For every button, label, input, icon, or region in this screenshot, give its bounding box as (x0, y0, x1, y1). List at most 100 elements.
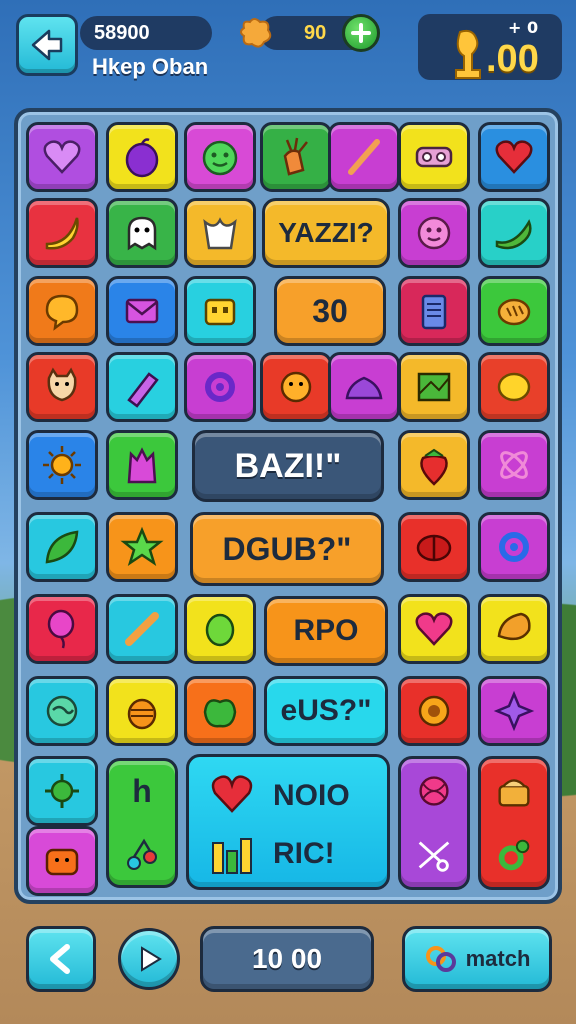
tile-robot[interactable] (184, 276, 256, 346)
tile-lemon[interactable] (478, 352, 550, 422)
tile-leaf[interactable] (26, 512, 98, 582)
sunflower-icon (418, 695, 450, 727)
tile-heart-purple[interactable] (26, 122, 98, 192)
tile-sunflower[interactable] (398, 676, 470, 746)
tile-bear[interactable] (26, 826, 98, 896)
banner-eus[interactable]: eUS?" (264, 676, 388, 746)
apple-icon (203, 699, 237, 728)
play-icon (141, 946, 162, 972)
puzzle-icon (493, 690, 535, 732)
tile-pink-face[interactable] (398, 198, 470, 268)
tile-cookie[interactable] (478, 594, 550, 664)
tile-bubble[interactable] (26, 276, 98, 346)
tile-acorn[interactable] (106, 676, 178, 746)
tile-banana[interactable] (26, 198, 98, 268)
tile-wand[interactable] (328, 122, 400, 192)
tile-yarn-column[interactable] (398, 756, 470, 890)
banner-30[interactable]: 30 (274, 276, 386, 346)
gear-icon (499, 532, 529, 562)
player-name: Hkep Oban (92, 54, 209, 79)
tile-apple[interactable] (184, 676, 256, 746)
banner-rpo[interactable]: RPO (264, 596, 388, 666)
bag-icon (203, 217, 237, 250)
tile-heart-pink[interactable] (398, 594, 470, 664)
add-coins-button[interactable] (342, 14, 380, 52)
tile-letter: h (132, 772, 152, 809)
scissors-icon (418, 841, 450, 872)
tile-gear-blue[interactable] (478, 512, 550, 582)
leaf-icon (45, 530, 79, 564)
banana-icon (45, 217, 79, 250)
bonus-line-2: RIC! (273, 837, 335, 870)
tile-carrot[interactable] (260, 122, 332, 192)
pudding-icon (345, 376, 383, 400)
tile-bread[interactable] (478, 276, 550, 346)
tile-spiky[interactable] (26, 756, 98, 826)
reward-value: .00 (486, 38, 539, 80)
peanut-icon (125, 612, 159, 646)
tile-orange-face[interactable] (260, 352, 332, 422)
face-icon (280, 371, 312, 403)
tile-h-column[interactable]: h (106, 758, 178, 888)
plum-icon (125, 138, 159, 178)
banner-dgub[interactable]: DGUB?" (190, 512, 384, 586)
heart-icon (415, 612, 453, 646)
back-arrow-icon (31, 29, 63, 61)
link-icon (425, 946, 456, 972)
tile-atom[interactable] (478, 430, 550, 500)
tile-envelope[interactable] (106, 276, 178, 346)
bread-icon (497, 298, 531, 326)
bonus-panel[interactable]: NOIO RIC! (186, 754, 390, 890)
banner-bazi[interactable]: BAZI!" (192, 430, 384, 502)
move-counter: 10 00 (200, 926, 374, 992)
swirl-icon (46, 695, 78, 727)
tile-cake-column[interactable] (478, 756, 550, 890)
star-icon (120, 526, 164, 566)
balloon-icon (47, 609, 75, 649)
tile-map[interactable] (398, 352, 470, 422)
cat-icon (47, 367, 77, 402)
tile-balloon[interactable] (26, 594, 98, 664)
top-hud: 58900 Hkep Oban 90 + 0 .00 (0, 10, 576, 86)
heart-icon (211, 775, 253, 813)
ghost-icon (127, 216, 157, 251)
smiley-icon (202, 140, 238, 176)
tile-crayon[interactable] (106, 352, 178, 422)
spiky-icon (45, 774, 79, 808)
gear-icon (205, 372, 235, 402)
cake-icon (498, 779, 530, 807)
tile-notebook[interactable] (398, 276, 470, 346)
tile-pudding[interactable] (328, 352, 400, 422)
tile-cat[interactable] (26, 352, 98, 422)
tile-sun[interactable] (26, 430, 98, 500)
tile-bag[interactable] (184, 198, 256, 268)
banner-yazzi[interactable]: YAZZI? (262, 198, 390, 268)
tile-gear-purple[interactable] (184, 352, 256, 422)
tile-puzzle[interactable] (478, 676, 550, 746)
tile-swirl[interactable] (26, 676, 98, 746)
notebook-icon (421, 294, 447, 330)
previous-button[interactable] (26, 926, 96, 992)
speech-bubble-icon (45, 294, 79, 331)
tile-monster[interactable] (106, 430, 178, 500)
crayon-icon (127, 372, 159, 408)
tile-lime[interactable] (184, 594, 256, 664)
tile-heart-red[interactable] (478, 122, 550, 192)
tile-glasses[interactable] (398, 122, 470, 192)
face-icon (417, 216, 451, 250)
tile-shell[interactable] (398, 512, 470, 582)
tile-cucumber[interactable] (478, 198, 550, 268)
move-counter-value: 10 00 (251, 943, 323, 974)
play-button[interactable] (118, 928, 180, 990)
match-button[interactable]: match (402, 926, 552, 992)
tile-ghost[interactable] (106, 198, 178, 268)
tile-strawberry[interactable] (398, 430, 470, 500)
tile-star[interactable] (106, 512, 178, 582)
back-button[interactable] (16, 14, 78, 76)
tile-plum[interactable] (106, 122, 178, 192)
atom-icon (500, 451, 528, 479)
tile-peanut[interactable] (106, 594, 178, 664)
tile-green-face[interactable] (184, 122, 256, 192)
shell-icon (416, 534, 452, 562)
chevron-left-icon (50, 944, 70, 974)
